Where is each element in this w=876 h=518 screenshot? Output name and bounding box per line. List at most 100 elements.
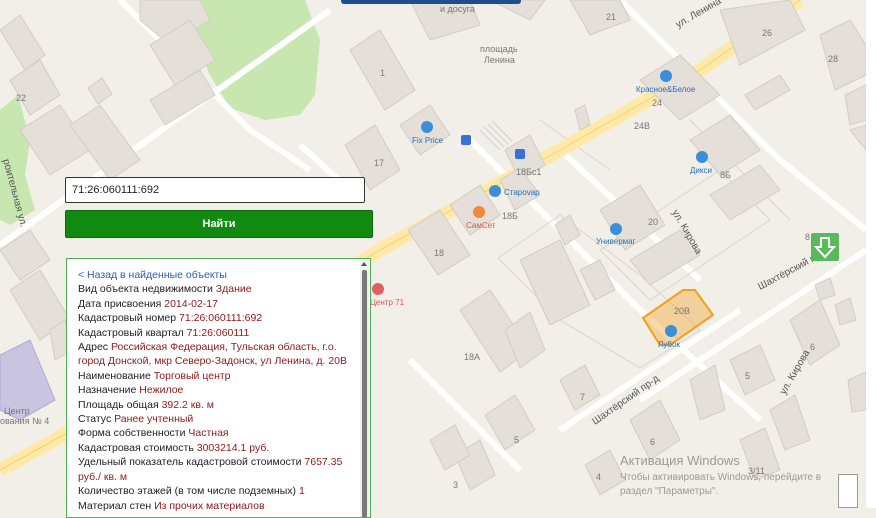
house-number: 17	[374, 158, 384, 168]
info-row: Количество этажей (в том числе подземных…	[78, 484, 356, 498]
poi-label-center71: Центр 71	[370, 298, 405, 307]
crosswalk	[479, 120, 513, 151]
street-label-lenina: ул. Ленина	[674, 0, 724, 31]
info-row-label: Кадастровый квартал	[78, 326, 184, 339]
poi-label-fixprice: Fix Price	[412, 136, 444, 145]
house-number: 20	[648, 217, 658, 227]
info-row: Адрес Российская Федерация, Тульская обл…	[78, 340, 356, 369]
bus-stop-icon[interactable]	[515, 149, 525, 159]
house-number: 22	[16, 93, 26, 103]
house-number: 24	[652, 98, 662, 108]
info-row-value: Частная	[188, 427, 229, 440]
house-number: 24В	[634, 121, 650, 131]
house-number: 7	[580, 392, 585, 402]
info-row: Материал стен Из прочих материалов	[78, 499, 356, 513]
info-row: Кадастровый квартал 71:26:060111	[78, 326, 356, 340]
house-number: 8	[805, 232, 810, 242]
house-number: 18Бс1	[516, 167, 541, 177]
info-row-value: Ранее учтенный	[114, 413, 194, 426]
house-number: 3	[453, 480, 458, 490]
info-row-label: Кадастровый номер	[78, 312, 177, 325]
info-row: Наименование Торговый центр	[78, 369, 356, 383]
house-number: 21	[606, 12, 616, 22]
info-row-value: Нежилое	[139, 384, 184, 397]
house-number: 20В	[674, 306, 690, 316]
find-button[interactable]: Найти	[65, 210, 373, 238]
scrollbar-thumb[interactable]	[362, 270, 367, 517]
info-row: Удельный показатель кадастровой стоимост…	[78, 455, 356, 484]
poi-label-lubok: Лубок	[658, 340, 680, 349]
house-number: 6	[810, 342, 815, 352]
info-row: Дата присвоения 2014-02-17	[78, 297, 356, 311]
watermark-line2: раздел "Параметры".	[620, 486, 718, 497]
info-panel-scrollbar[interactable]	[360, 260, 369, 517]
info-row: Статус Ранее учтенный	[78, 412, 356, 426]
right-edge-strip	[866, 0, 876, 508]
poi-label-krasnoe: Красное&Белое	[636, 85, 696, 94]
house-number: 5	[514, 435, 519, 445]
top-header-bar	[341, 0, 521, 4]
info-row: Кадастровый номер 71:26:060111:692	[78, 311, 356, 325]
bus-stop-icon[interactable]	[461, 135, 471, 145]
info-row: Вид объекта недвижимости Здание	[78, 282, 356, 296]
info-row: Форма собственности Частная	[78, 426, 356, 440]
info-row-label: Кадастровая стоимость	[78, 441, 194, 454]
street-label-kirova-lower: ул. Кирова	[778, 348, 812, 397]
info-row: Кадастровая стоимость 3003214.1 руб.	[78, 441, 356, 455]
info-row-value: 392.2 кв. м	[161, 398, 214, 411]
info-row-label: Наименование	[78, 369, 151, 382]
info-row-label: Площадь общая	[78, 398, 159, 411]
cadastral-search-input[interactable]	[65, 177, 365, 203]
poi-label-starovar: Староvар	[504, 188, 540, 197]
info-row-value: 1	[298, 485, 305, 498]
corner-widget	[838, 474, 858, 508]
info-row-label: Адрес	[78, 341, 109, 354]
scroll-down-button[interactable]	[811, 233, 839, 261]
arrow-down-icon	[813, 237, 837, 259]
house-number: 1	[380, 68, 385, 78]
house-number: 5	[745, 371, 750, 381]
house-number: 18Б	[502, 211, 518, 221]
place-label-center-b: ования № 4	[0, 416, 49, 426]
info-row: Площадь общая 392.2 кв. м	[78, 398, 356, 412]
info-row-value: 2014-02-17	[164, 297, 218, 310]
medical-cross-icon[interactable]	[372, 283, 384, 295]
info-row-value: Из прочих материалов	[154, 499, 265, 512]
info-row-value: Российская Федерация, Тульская область, …	[78, 341, 347, 368]
house-number: 8Б	[720, 170, 731, 180]
poi-label-univermag: Универмаг	[596, 237, 636, 246]
info-row-value: Торговый центр	[153, 369, 231, 382]
poi-label-diksi: Дикси	[690, 166, 712, 175]
info-row-value: 3003214.1 руб.	[196, 441, 270, 454]
info-row-label: Вид объекта недвижимости	[78, 283, 213, 296]
info-row-label: Дата присвоения	[78, 297, 162, 310]
info-row: Назначение Нежилое	[78, 383, 356, 397]
place-label-square-2: Ленина	[484, 55, 515, 65]
poi-label-samset: СамСет	[466, 221, 496, 230]
house-number: 6	[650, 437, 655, 447]
house-number: 18	[434, 248, 444, 258]
info-row-label: Назначение	[78, 384, 137, 397]
back-to-results-link[interactable]: < Назад в найденные объекты	[78, 268, 227, 282]
house-number: 26	[762, 28, 772, 38]
windows-activation-watermark: Активация Windows Чтобы активировать Win…	[620, 453, 821, 497]
place-label-leisure: и досуга	[440, 4, 475, 14]
watermark-title: Активация Windows	[620, 453, 740, 468]
info-row-value: Здание	[215, 283, 252, 296]
info-row-label: Удельный показатель кадастровой стоимост…	[78, 456, 302, 469]
info-row-value: 71:26:060111	[186, 326, 250, 339]
info-row-label: Количество этажей (в том числе подземных…	[78, 485, 297, 498]
house-number: 28	[828, 54, 838, 64]
place-label-square-1: площадь	[480, 44, 518, 54]
house-number: 4	[596, 472, 601, 482]
info-row-label: Форма собственности	[78, 427, 186, 440]
object-info-content: < Назад в найденные объекты Вид объекта …	[67, 259, 370, 513]
info-row-label: Материал стен	[78, 499, 152, 512]
house-number: 18А	[464, 352, 480, 362]
info-row-value: 71:26:060111:692	[179, 312, 263, 325]
place-label-center-a: Центр	[4, 406, 30, 416]
scroll-up-arrow-icon[interactable]	[361, 262, 367, 266]
info-row-label: Статус	[78, 413, 112, 426]
watermark-line1: Чтобы активировать Windows, перейдите в	[620, 471, 821, 483]
object-info-panel: < Назад в найденные объекты Вид объекта …	[66, 258, 371, 518]
